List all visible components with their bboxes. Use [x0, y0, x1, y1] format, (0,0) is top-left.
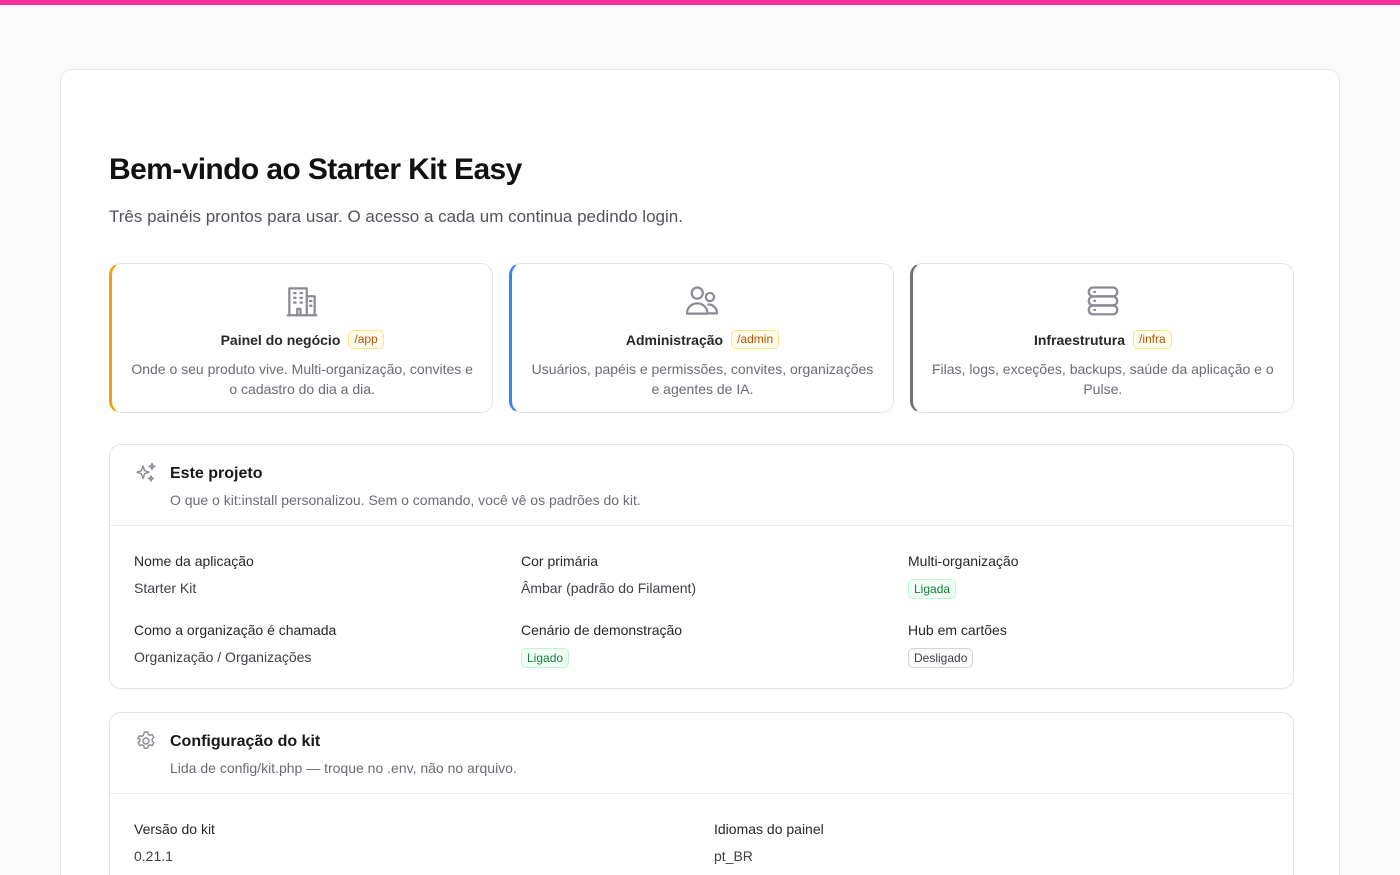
field-value: Organização / Organizações — [134, 649, 312, 665]
field-primary-color: Cor primária Âmbar (padrão do Filament) — [521, 552, 908, 601]
section-description: Lida de config/kit.php — troque no .env,… — [170, 760, 517, 776]
field-value: pt_BR — [714, 848, 753, 864]
field-label: Como a organização é chamada — [134, 622, 337, 638]
panel-path-badge: /app — [348, 330, 384, 349]
field-label: Idiomas do painel — [714, 821, 824, 837]
field-value-wrap: Ligada — [908, 579, 1295, 601]
field-label: Cor primária — [521, 553, 599, 569]
welcome-card: Bem-vindo ao Starter Kit Easy Três painé… — [60, 69, 1340, 875]
gear-icon — [134, 729, 158, 753]
welcome-content: Bem-vindo ao Starter Kit Easy Três painé… — [109, 152, 1294, 875]
config-fields: Versão do kit 0.21.1 Idiomas do painel p… — [110, 794, 1293, 875]
users-icon — [683, 282, 721, 320]
field-app-name: Nome da aplicação Starter Kit — [134, 552, 521, 601]
field-org-naming: Como a organização é chamada Organização… — [134, 621, 521, 670]
field-value: Âmbar (padrão do Filament) — [521, 580, 697, 596]
field-label: Hub em cartões — [908, 622, 1007, 638]
status-badge: Ligada — [908, 579, 957, 599]
panel-title: Painel do negócio — [220, 331, 341, 348]
page-subtitle: Três painéis prontos para usar. O acesso… — [109, 207, 683, 226]
section-title: Este projeto — [170, 465, 263, 482]
field-label: Multi-organização — [908, 553, 1019, 569]
field-demo-scenario: Cenário de demonstração Ligado — [521, 621, 908, 670]
section-title: Configuração do kit — [170, 733, 321, 750]
field-value-wrap: Ligado — [521, 648, 908, 670]
field-kit-version: Versão do kit 0.21.1 — [134, 820, 714, 869]
kit-config-section: Configuração do kit Lida de config/kit.p… — [109, 712, 1294, 875]
panel-heading: Administração /admin — [625, 330, 780, 349]
panel-path-badge: /admin — [731, 330, 780, 349]
field-label: Cenário de demonstração — [521, 622, 683, 638]
status-badge: Ligado — [521, 648, 570, 668]
building-icon — [283, 282, 321, 320]
panel-description: Onde o seu produto vive. Multi-organizaç… — [131, 361, 473, 397]
section-header: Este projeto O que o kit:install persona… — [110, 445, 1293, 526]
field-multi-org: Multi-organização Ligada — [908, 552, 1295, 601]
panel-link-admin[interactable]: Administração /admin Usuários, papéis e … — [509, 263, 894, 413]
panel-description: Usuários, papéis e permissões, convites,… — [531, 361, 874, 397]
panel-description: Filas, logs, exceções, backups, saúde da… — [931, 361, 1274, 397]
panel-heading: Painel do negócio /app — [221, 330, 384, 349]
sparkles-icon — [134, 461, 158, 485]
field-label: Versão do kit — [134, 821, 215, 837]
panel-title: Administração — [625, 331, 724, 348]
status-badge: Desligado — [908, 648, 974, 668]
field-label: Nome da aplicação — [134, 553, 254, 569]
project-fields: Nome da aplicação Starter Kit Cor primár… — [110, 526, 1293, 688]
panel-links: Painel do negócio /app Onde o seu produt… — [109, 263, 1294, 413]
field-value: Starter Kit — [134, 580, 197, 596]
panel-path-badge: /infra — [1132, 330, 1172, 349]
project-section: Este projeto O que o kit:install persona… — [109, 444, 1294, 689]
field-panel-locales: Idiomas do painel pt_BR — [714, 820, 1294, 869]
panel-link-infra[interactable]: Infraestrutura /infra Filas, logs, exceç… — [909, 263, 1294, 413]
section-header: Configuração do kit Lida de config/kit.p… — [110, 713, 1293, 794]
field-value-wrap: Desligado — [908, 648, 1295, 670]
field-value: 0.21.1 — [134, 848, 173, 864]
panel-link-app[interactable]: Painel do negócio /app Onde o seu produt… — [109, 263, 494, 413]
page-title: Bem-vindo ao Starter Kit Easy — [109, 153, 522, 186]
server-stack-icon — [1084, 282, 1122, 320]
top-accent-bar — [0, 0, 1400, 5]
panel-heading: Infraestrutura /infra — [1034, 330, 1172, 349]
section-description: O que o kit:install personalizou. Sem o … — [170, 492, 641, 508]
field-card-hub: Hub em cartões Desligado — [908, 621, 1295, 670]
panel-title: Infraestrutura — [1033, 331, 1125, 348]
